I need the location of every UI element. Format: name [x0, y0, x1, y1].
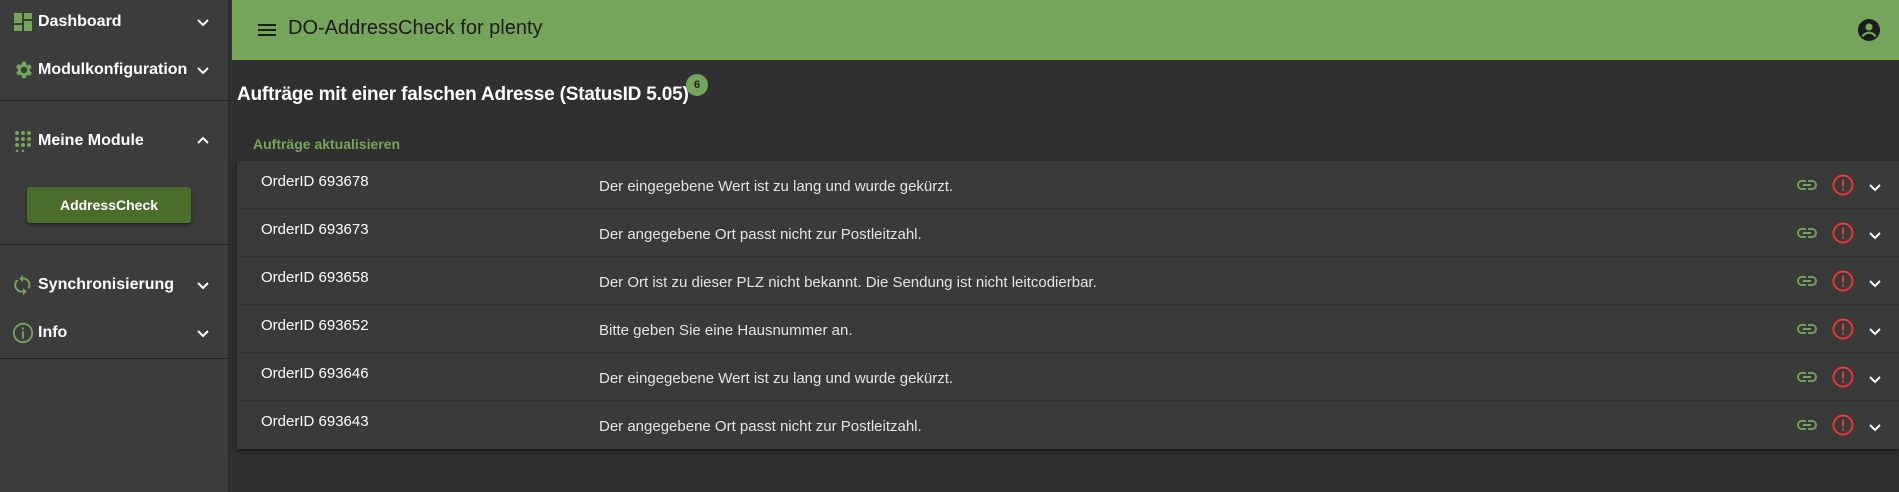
link-icon[interactable] [1795, 221, 1819, 245]
link-icon[interactable] [1795, 173, 1819, 197]
sidebar-item-label: Info [38, 324, 68, 341]
apps-grid-icon [12, 130, 34, 152]
sidebar-divider [0, 244, 230, 245]
sidebar-item-dashboard[interactable]: Dashboard [0, 0, 230, 44]
order-id: OrderID 693646 [261, 365, 369, 382]
sidebar-item-modulkonfiguration[interactable]: Modulkonfiguration [0, 48, 230, 92]
order-row[interactable]: OrderID 693646 Der eingegebene Wert ist … [237, 353, 1899, 401]
menu-icon[interactable] [256, 19, 278, 41]
addresscheck-module-button[interactable]: AddressCheck [27, 187, 191, 223]
order-row[interactable]: OrderID 693643 Der angegebene Ort passt … [237, 401, 1899, 449]
dashboard-icon [12, 11, 34, 33]
order-row[interactable]: OrderID 693652 Bitte geben Sie eine Haus… [237, 305, 1899, 353]
chevron-up-icon [194, 132, 212, 150]
info-icon [12, 322, 34, 344]
order-message: Der eingegebene Wert ist zu lang und wur… [599, 178, 954, 195]
gear-icon [12, 59, 34, 81]
order-message: Der angegebene Ort passt nicht zur Postl… [599, 226, 922, 243]
sidebar-item-label: Modulkonfiguration [38, 61, 188, 78]
order-id: OrderID 693652 [261, 317, 369, 334]
sidebar: Dashboard Modulkonfiguration Meine Modul… [0, 0, 230, 492]
top-app-bar: DO-AddressCheck for plenty [232, 0, 1899, 60]
page-title: Aufträge mit einer falschen Adresse (Sta… [237, 84, 689, 105]
alert-circle-icon[interactable] [1831, 269, 1855, 293]
order-message: Der eingegebene Wert ist zu lang und wur… [599, 370, 954, 387]
order-id: OrderID 693673 [261, 221, 369, 238]
alert-circle-icon[interactable] [1831, 221, 1855, 245]
order-id: OrderID 693678 [261, 173, 369, 190]
sidebar-divider [0, 100, 230, 101]
sync-icon [12, 274, 34, 296]
chevron-down-icon[interactable] [1865, 321, 1885, 341]
sidebar-item-synchronisierung[interactable]: Synchronisierung [0, 263, 230, 307]
order-message: Der Ort ist zu dieser PLZ nicht bekannt.… [599, 274, 1097, 291]
order-message: Bitte geben Sie eine Hausnummer an. [599, 322, 853, 339]
order-id: OrderID 693643 [261, 413, 369, 430]
app-title: DO-AddressCheck for plenty [288, 17, 543, 39]
count-badge: 6 [686, 74, 708, 96]
chevron-down-icon[interactable] [1865, 417, 1885, 437]
alert-circle-icon[interactable] [1831, 365, 1855, 389]
orders-list: OrderID 693678 Der eingegebene Wert ist … [237, 161, 1899, 449]
link-icon[interactable] [1795, 317, 1819, 341]
chevron-down-icon[interactable] [1865, 369, 1885, 389]
chevron-down-icon [194, 61, 212, 79]
link-icon[interactable] [1795, 365, 1819, 389]
order-row[interactable]: OrderID 693673 Der angegebene Ort passt … [237, 209, 1899, 257]
chevron-down-icon[interactable] [1865, 225, 1885, 245]
order-row[interactable]: OrderID 693678 Der eingegebene Wert ist … [237, 161, 1899, 209]
alert-circle-icon[interactable] [1831, 317, 1855, 341]
order-id: OrderID 693658 [261, 269, 369, 286]
refresh-orders-link[interactable]: Aufträge aktualisieren [253, 136, 400, 152]
order-message: Der angegebene Ort passt nicht zur Postl… [599, 418, 922, 435]
account-circle-icon[interactable] [1857, 18, 1881, 42]
sidebar-item-label: Meine Module [38, 132, 144, 149]
order-row[interactable]: OrderID 693658 Der Ort ist zu dieser PLZ… [237, 257, 1899, 305]
sidebar-item-info[interactable]: Info [0, 311, 230, 355]
sidebar-item-label: Dashboard [38, 13, 122, 30]
chevron-down-icon[interactable] [1865, 273, 1885, 293]
sidebar-divider [0, 358, 230, 359]
link-icon[interactable] [1795, 269, 1819, 293]
alert-circle-icon[interactable] [1831, 173, 1855, 197]
sidebar-item-label: Synchronisierung [38, 276, 175, 293]
chevron-down-icon [194, 13, 212, 31]
chevron-down-icon [194, 324, 212, 342]
chevron-down-icon[interactable] [1865, 177, 1885, 197]
sidebar-item-meine-module[interactable]: Meine Module [0, 119, 230, 163]
chevron-down-icon [194, 276, 212, 294]
link-icon[interactable] [1795, 413, 1819, 437]
alert-circle-icon[interactable] [1831, 413, 1855, 437]
